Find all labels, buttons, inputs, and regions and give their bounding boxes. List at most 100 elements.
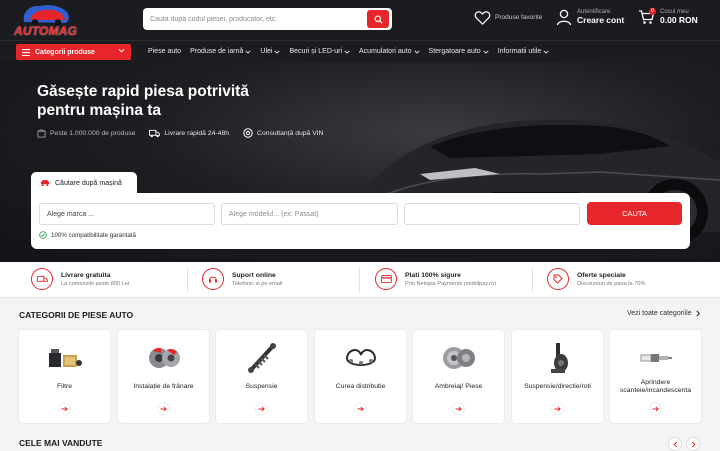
shock-absorber-icon (247, 343, 276, 373)
heart-icon (474, 11, 491, 25)
cart-total: 0.00 RON (660, 14, 698, 25)
top-header: AUTOMAG Produse favorite Autentificare C… (0, 0, 720, 40)
perk-title: Livrare gratuita (61, 271, 111, 279)
nav-menu: Piese auto Produse de iarnă Ulei Becuri … (148, 41, 558, 62)
car-search-form: Alege marca ... Alege modelul... (ex: Pa… (31, 193, 690, 249)
car-search-tab[interactable]: Căutare după mașină (31, 172, 137, 194)
category-label: Curea distributie (335, 383, 386, 390)
nav-item-label: Piese auto (148, 48, 182, 55)
chevron-down-icon (344, 50, 350, 54)
nav-item-stergatoare[interactable]: Stergatoare auto (429, 48, 489, 55)
car-search-tab-label: Căutare după mașină (55, 179, 122, 187)
category-card-suspensie[interactable]: Suspensie (216, 330, 307, 423)
category-label: Instalație de frânare (133, 383, 194, 390)
see-all-categories-link[interactable]: Vezi toate categoriile (627, 310, 701, 317)
category-arrow-button[interactable] (157, 402, 170, 415)
perk-special-offers: Oferte speciale Discounturi de pana la 70… (547, 268, 645, 290)
perk-title: Oferte speciale (577, 271, 626, 279)
user-icon (556, 9, 572, 26)
perk-subtitle: La comenzile peste 800 Lei (61, 280, 130, 287)
box-icon (37, 128, 46, 138)
compatibility-note: 100% compatibilitate garantată (39, 231, 136, 239)
category-card-franare[interactable]: Instalație de frânare (118, 330, 209, 423)
perk-support: Suport online Telefonic si pe email (202, 268, 282, 290)
category-arrow-button[interactable] (649, 402, 662, 415)
clutch-icon (442, 347, 475, 369)
perk-free-delivery: Livrare gratuita La comenzile peste 800 L… (31, 268, 129, 290)
nav-item-label: Produse de iarnă (190, 48, 244, 55)
cart-link[interactable]: 0 Cosul meu 0.00 RON (638, 8, 698, 26)
category-label: Suspensie/directie/roti (524, 383, 591, 390)
chevron-down-icon (245, 50, 251, 54)
chevron-down-icon (274, 50, 281, 54)
perk-title: Plati 100% sigure (405, 271, 461, 279)
nav-item-acumulatori[interactable]: Acumulatori auto (359, 48, 420, 55)
car-search-submit-button[interactable]: CAUTA (587, 202, 682, 225)
nav-item-ulei[interactable]: Ulei (260, 48, 281, 55)
menu-icon (22, 48, 30, 56)
truck-icon (149, 129, 161, 137)
nav-item-label: Stergatoare auto (428, 48, 481, 55)
category-label: Filtre (56, 383, 73, 390)
steering-icon (550, 343, 568, 373)
nav-item-piese-auto[interactable]: Piese auto (148, 48, 181, 55)
category-card-aprindere[interactable]: Aprindere scanteie/incandescenta (610, 330, 701, 423)
nav-item-becuri[interactable]: Becuri și LED-uri (289, 48, 350, 55)
headset-icon (209, 276, 217, 283)
search-input[interactable] (143, 8, 363, 30)
category-card-directie[interactable]: Suspensie/directie/roti (512, 330, 603, 423)
arrow-right-icon (61, 406, 68, 411)
feature-delivery: Livrare rapidă 24-48h (149, 129, 229, 138)
model-select[interactable]: Alege modelul... (ex: Passat) (221, 203, 398, 225)
category-arrow-button[interactable] (452, 402, 465, 415)
search-icon (373, 14, 383, 24)
arrow-right-icon (258, 406, 265, 411)
nav-item-produse-iarna[interactable]: Produse de iarnă (190, 48, 251, 55)
arrow-right-icon (554, 406, 561, 411)
best-sellers-next-button[interactable] (686, 437, 700, 451)
perk-subtitle: Telefonic si pe email (232, 280, 283, 287)
category-label: Aprindere scanteie/incandescenta (619, 379, 692, 394)
categories-button[interactable]: Categorii produse (16, 44, 131, 60)
category-card-curea-distributie[interactable]: Curea distributie (315, 330, 406, 423)
arrow-right-icon (357, 406, 364, 411)
tag-icon (553, 274, 563, 284)
best-sellers-prev-button[interactable] (668, 437, 682, 451)
account-big-label: Creare cont (577, 15, 625, 26)
hero-title: Găsește rapid piesa potrivită pentru maș… (37, 83, 249, 120)
car-icon (40, 180, 50, 187)
account-link[interactable]: Autentificare Creare cont (556, 9, 624, 26)
category-label: Ambreiaj/ Piese (434, 383, 483, 390)
chevron-down-icon (413, 50, 420, 54)
perk-subtitle: Prin Netopia Payments (mobilpay.ro) (405, 280, 496, 287)
truck-icon (36, 275, 48, 282)
category-arrow-button[interactable] (255, 402, 268, 415)
category-card-ambreiaj[interactable]: Ambreiaj/ Piese (413, 330, 504, 423)
best-sellers-title: CELE MAI VANDUTE (19, 438, 103, 448)
engine-select[interactable] (404, 203, 580, 225)
category-arrow-button[interactable] (354, 402, 367, 415)
feature-label: Peste 1.000.000 de produse (50, 129, 136, 137)
main-nav: Categorii produse Piese auto Produse de … (0, 40, 720, 62)
perk-title: Suport online (232, 271, 276, 279)
search-button[interactable] (367, 10, 389, 28)
nav-item-label: Informatii utile (497, 48, 542, 55)
automag-logo[interactable]: AUTOMAG (14, 2, 77, 38)
category-arrow-button[interactable] (551, 402, 564, 415)
filter-icon (48, 349, 82, 367)
perks-bar: Livrare gratuita La comenzile peste 800 L… (0, 262, 720, 298)
cart-count-badge: 0 (649, 8, 656, 15)
favorites-link[interactable]: Produse favorite (474, 10, 542, 25)
hero-banner: Găsește rapid piesa potrivită pentru maș… (0, 62, 720, 262)
nav-item-label: Ulei (260, 48, 273, 55)
nav-item-label: Acumulatori auto (359, 48, 412, 55)
chevron-down-icon (483, 50, 489, 54)
category-arrow-button[interactable] (58, 402, 71, 415)
chevron-down-icon (118, 48, 125, 53)
brand-select[interactable]: Alege marca ... (39, 203, 215, 225)
nav-item-informatii[interactable]: Informatii utile (498, 48, 550, 55)
nav-item-label: Becuri și LED-uri (289, 48, 342, 55)
feature-vin: Consultanță după VIN (243, 128, 324, 138)
category-card-filtre[interactable]: Filtre (19, 330, 110, 423)
arrow-right-icon (160, 406, 167, 411)
